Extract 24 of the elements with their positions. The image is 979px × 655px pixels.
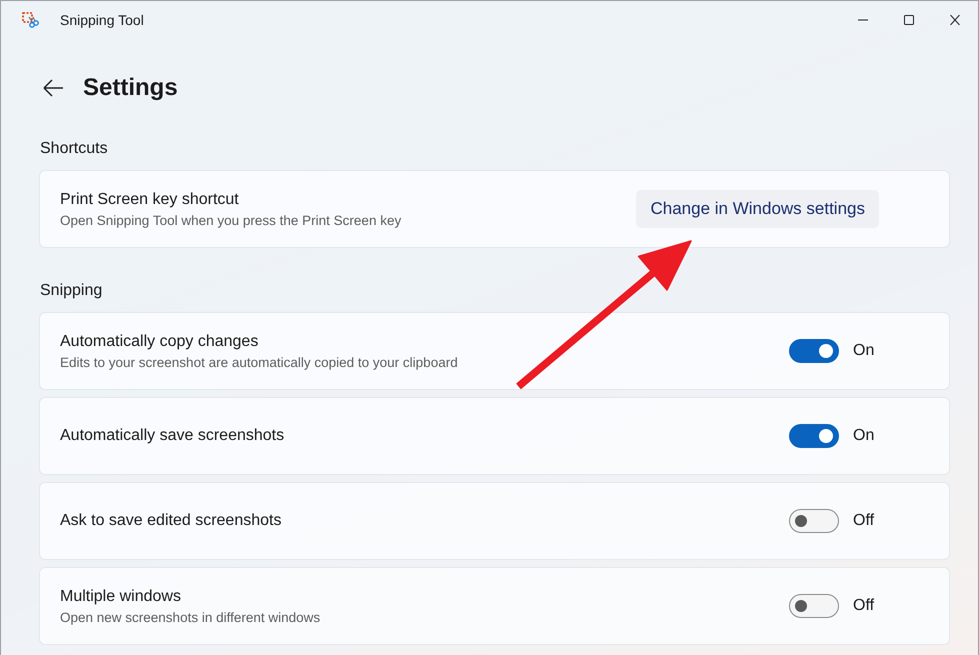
toggle-label: Off [853,512,876,530]
setting-description: Open Snipping Tool when you press the Print Screen key [60,212,402,228]
setting-title: Ask to save edited screenshots [60,512,282,530]
toggle-label: Off [853,597,876,615]
section-heading: Shortcuts [40,140,109,158]
toggle-switch[interactable] [789,339,839,363]
window-title: Snipping Tool [60,12,144,28]
setting-title: Automatically copy changes [60,332,260,350]
toggle-switch[interactable] [789,594,839,618]
setting-description: Edits to your screenshot are automatically copied to your clipboard [60,354,459,370]
toggle-switch[interactable] [789,424,839,448]
setting-title: Print Screen key shortcut [60,190,240,208]
setting-title: Multiple windows [60,588,182,606]
section-heading: Snipping [40,282,104,300]
toggle-label: On [853,427,876,445]
scissors-icon [21,11,39,29]
toggle-label: On [853,342,876,360]
settings-button[interactable]: Change in Windows settings [636,190,879,228]
page-title: Settings [83,74,178,102]
close-icon[interactable] [949,15,961,25]
setting-title: Automatically save screenshots [60,427,286,445]
setting-description: Open new screenshots in different windows [60,610,322,624]
toggle-switch[interactable] [789,509,839,533]
maximize-icon[interactable] [903,15,915,25]
